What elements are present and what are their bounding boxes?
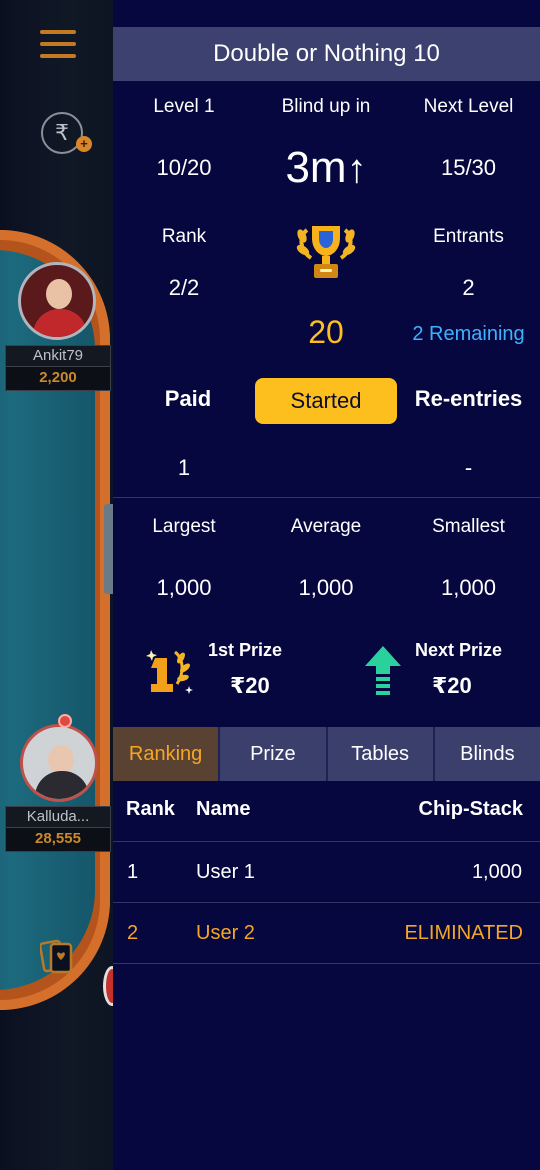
player-name: Kalluda... [5, 806, 111, 828]
blind-up-timer: 3m↑ [255, 140, 397, 197]
divider [113, 497, 540, 498]
add-cash-plus-icon[interactable]: + [76, 136, 92, 152]
level-label: Level 1 [153, 96, 215, 117]
table-row[interactable]: 2 User 2 ELIMINATED [113, 903, 540, 963]
tab-tables[interactable]: Tables [327, 727, 435, 781]
player-chips: 2,200 [5, 367, 111, 391]
side-drawer-handle[interactable] [104, 504, 113, 594]
player-avatar[interactable] [18, 262, 96, 340]
trophy-icon [296, 226, 356, 278]
smallest-label: Smallest [432, 516, 505, 537]
arrow-up-icon: ↑ [346, 147, 367, 191]
tab-prize[interactable]: Prize [220, 727, 328, 781]
tab-blinds[interactable]: Blinds [434, 727, 540, 781]
row-chips: ELIMINATED [404, 922, 523, 944]
next-level-label: Next Level [423, 96, 514, 117]
first-prize-icon [146, 650, 193, 694]
paid-label: Paid [164, 386, 212, 411]
level-value: 10/20 [156, 155, 212, 180]
average-value: 1,000 [298, 575, 354, 600]
paid-value: 1 [177, 455, 191, 480]
average-label: Average [290, 516, 362, 537]
next-prize-value: ₹20 [432, 673, 472, 698]
row-rank: 2 [127, 922, 139, 944]
turn-indicator [58, 714, 72, 728]
rupee-icon: ₹ [55, 120, 69, 145]
reentries-label: Re-entries [414, 386, 523, 411]
table-row[interactable]: 1 User 1 1,000 [113, 842, 540, 902]
tab-ranking[interactable]: Ranking [113, 727, 221, 781]
cards-icon[interactable] [40, 936, 74, 976]
next-prize-arrow-icon [365, 646, 401, 695]
chip-icon [103, 966, 113, 1006]
divider [113, 963, 540, 964]
game-background: ₹ + Ankit79 2,200 Kalluda... 28,555 [0, 0, 113, 1170]
row-name: User 2 [196, 922, 255, 944]
row-name: User 1 [196, 861, 255, 883]
next-level-value: 15/30 [440, 155, 497, 180]
remaining-count: 2 Remaining [412, 323, 525, 345]
smallest-value: 1,000 [440, 575, 497, 600]
rank-label: Rank [161, 226, 207, 247]
row-chips: 1,000 [471, 861, 522, 883]
largest-label: Largest [152, 516, 216, 537]
player-chips: 28,555 [5, 828, 111, 852]
prize-pool: 20 [308, 314, 344, 350]
player-avatar[interactable] [20, 724, 98, 802]
row-rank: 1 [127, 861, 139, 883]
tournament-title: Double or Nothing 10 [113, 27, 540, 81]
first-prize-label: 1st Prize [208, 640, 283, 660]
reentries-value: - [464, 455, 473, 480]
rank-value: 2/2 [168, 275, 200, 300]
player-name: Ankit79 [5, 345, 111, 367]
started-status-button[interactable]: Started [255, 378, 397, 424]
info-tabs: Ranking Prize Tables Blinds [113, 727, 540, 781]
tournament-info-panel: Double or Nothing 10 Level 1 Blind up in… [113, 0, 540, 1170]
chip-stack-column-header: Chip-Stack [418, 798, 523, 820]
hamburger-menu-icon[interactable] [40, 30, 76, 60]
entrants-value: 2 [462, 275, 475, 300]
blind-up-label: Blind up in [281, 96, 371, 117]
blind-up-value: 3m [285, 143, 347, 192]
entrants-label: Entrants [433, 226, 504, 247]
next-prize-label: Next Prize [415, 640, 503, 660]
largest-value: 1,000 [156, 575, 212, 600]
name-column-header: Name [196, 798, 251, 820]
first-prize-value: ₹20 [230, 673, 270, 698]
rank-column-header: Rank [126, 798, 175, 820]
